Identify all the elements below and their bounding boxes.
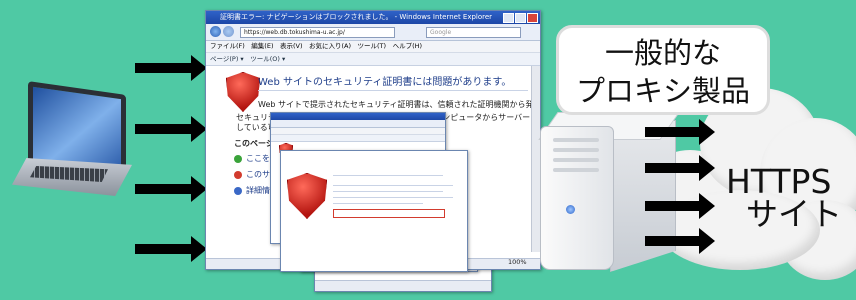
back-button[interactable] <box>210 26 221 37</box>
arrow-out-1 <box>645 119 715 145</box>
info-icon <box>234 187 242 195</box>
search-input[interactable]: Google <box>426 27 521 38</box>
arrow-3 <box>135 176 207 202</box>
vertical-scrollbar[interactable] <box>531 66 540 252</box>
minimize-button[interactable] <box>503 13 514 23</box>
proxy-label-line1: 一般的な <box>604 36 721 70</box>
command-bar[interactable]: ページ(P) ▾ ツール(O) ▾ <box>206 53 540 66</box>
arrow-out-3 <box>645 193 715 219</box>
shield-icon <box>226 72 260 112</box>
ie-window-front <box>280 150 468 272</box>
menu-bar[interactable]: ファイル(F) 編集(E) 表示(V) お気に入り(A) ツール(T) ヘルプ(… <box>206 41 540 53</box>
arrow-2 <box>135 116 207 142</box>
proxy-label: 一般的な プロキシ製品 <box>556 25 770 115</box>
arrow-out-4 <box>645 228 715 254</box>
maximize-button[interactable] <box>515 13 526 23</box>
close-button[interactable] <box>527 13 538 23</box>
shield-icon-large <box>287 173 327 219</box>
arrow-out-2 <box>645 155 715 181</box>
check-icon <box>234 155 242 163</box>
proxy-label-line2: プロキシ製品 <box>575 74 750 108</box>
cert-error-heading: Web サイトのセキュリティ証明書には問題があります。 <box>258 77 512 88</box>
zoom-indicator[interactable]: 100% <box>508 258 527 266</box>
forward-button[interactable] <box>223 26 234 37</box>
arrow-1 <box>135 55 207 81</box>
ie-title-bar: 証明書エラー: ナビゲーションはブロックされました。 - Windows Int… <box>206 11 540 24</box>
address-bar: https://web.db.tokushima-u.ac.jp/ Google <box>206 24 540 41</box>
site-label: サイト <box>746 195 843 233</box>
url-field[interactable]: https://web.db.tokushima-u.ac.jp/ <box>240 27 395 38</box>
cert-error-body: Web サイトで提示されたセキュリティ証明書は、信頼された証明機関から発行された… <box>258 100 541 109</box>
arrow-4 <box>135 236 207 262</box>
window-title: 証明書エラー: ナビゲーションはブロックされました。 - Windows Int… <box>220 13 493 21</box>
warning-icon <box>234 171 242 179</box>
